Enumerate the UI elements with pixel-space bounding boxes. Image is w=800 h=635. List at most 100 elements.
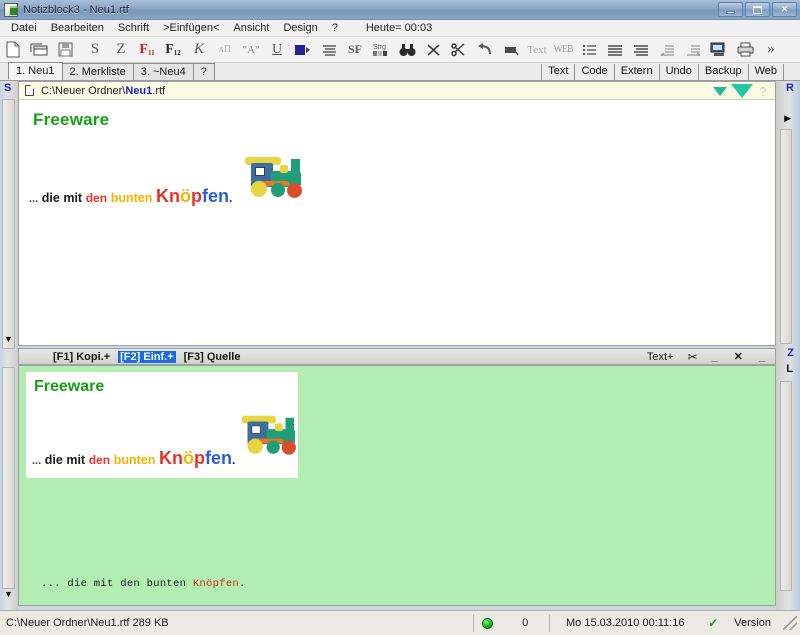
- green-led-icon: [482, 617, 494, 629]
- preview-close-button[interactable]: ✕: [734, 350, 745, 363]
- left-scroll-strip[interactable]: [2, 99, 15, 349]
- zeichen-icon[interactable]: Z: [108, 38, 134, 62]
- strikethrough-icon[interactable]: S: [82, 38, 108, 62]
- green-triangle-small-icon[interactable]: [713, 86, 728, 96]
- preview-pane[interactable]: Freeware ... die mit den bunten Knöpfen.…: [18, 365, 776, 606]
- status-bar: C:\Neuer Ordner\Neu1.rtf 289 KB 0 Mo 15.…: [0, 610, 800, 635]
- tab-neu1[interactable]: 1. Neu1: [8, 62, 63, 80]
- more-chevron-icon[interactable]: »: [758, 38, 784, 62]
- tab-backup[interactable]: Backup: [697, 64, 748, 80]
- cut-scissors-icon[interactable]: [446, 38, 472, 62]
- scroll-down-icon[interactable]: ▼: [4, 334, 13, 344]
- menu-bearbeiten[interactable]: Bearbeiten: [44, 20, 111, 36]
- web-icon[interactable]: WEB: [550, 38, 576, 62]
- right-scroll-strip-lower[interactable]: [780, 381, 792, 591]
- fkey-f3-quelle[interactable]: [F3] Quelle: [182, 351, 243, 363]
- font2-bold-icon[interactable]: F 12: [160, 38, 186, 62]
- preview-caption-red-den: den: [88, 453, 111, 467]
- gutter-letter-r[interactable]: R: [786, 82, 794, 94]
- align-justify-icon[interactable]: [602, 38, 628, 62]
- preview-minimize-button[interactable]: _: [712, 351, 720, 363]
- tab-help[interactable]: ?: [192, 63, 215, 80]
- status-file-path: C:\Neuer Ordner\Neu1.rtf 289 KB: [6, 617, 169, 629]
- text-icon[interactable]: Text: [524, 38, 550, 62]
- insert-object-icon[interactable]: [498, 38, 524, 62]
- small-caps-icon[interactable]: ᴀΠ: [212, 38, 238, 62]
- status-version-label[interactable]: Version: [726, 615, 779, 632]
- caption-big-fen: fen: [201, 186, 229, 206]
- scroll-down-icon-lower[interactable]: ▼: [4, 589, 13, 599]
- text-plus-button[interactable]: Text+: [647, 351, 674, 363]
- green-triangle-large-icon[interactable]: [731, 84, 754, 98]
- font1-icon[interactable]: F 11: [134, 38, 160, 62]
- menu-ansicht[interactable]: Ansicht: [226, 20, 276, 36]
- indent-decrease-icon[interactable]: [654, 38, 680, 62]
- document-body[interactable]: Freeware ... die mit den bunten Knöpfen.: [19, 100, 775, 345]
- italic-icon[interactable]: K: [186, 38, 212, 62]
- align-right-icon[interactable]: [628, 38, 654, 62]
- maximize-button[interactable]: [745, 2, 770, 17]
- save-icon[interactable]: [52, 38, 78, 62]
- preview-toolbar: [F1] Kopi.+ [F2] Einf.+ [F3] Quelle Text…: [18, 348, 776, 365]
- menu-datei[interactable]: Datei: [4, 20, 44, 36]
- tab-merkliste[interactable]: 2. Merkliste: [61, 63, 134, 80]
- binoculars-find-icon[interactable]: [394, 38, 420, 62]
- cut-scissors-icon[interactable]: ✂: [687, 350, 697, 364]
- open-window-icon[interactable]: [26, 38, 52, 62]
- help-question-icon[interactable]: ?: [759, 84, 767, 99]
- right-scroll-strip[interactable]: [780, 129, 792, 344]
- preview-toolbar-right: Text+ ✂ _ ✕ _: [647, 350, 767, 364]
- print-icon[interactable]: [732, 38, 758, 62]
- delete-x-icon[interactable]: [420, 38, 446, 62]
- left-scroll-strip-lower[interactable]: [2, 367, 15, 589]
- screen-capture-icon[interactable]: [706, 38, 732, 62]
- menu-design[interactable]: Design: [276, 20, 324, 36]
- align-left-icon[interactable]: [316, 38, 342, 62]
- preview-restore-button[interactable]: _: [759, 351, 767, 363]
- preview-caption-big-oe: ö: [182, 448, 194, 468]
- tab-neu4[interactable]: 3. ~Neu4: [132, 63, 194, 80]
- menu-schrift[interactable]: Schrift: [111, 20, 156, 36]
- minimize-button[interactable]: [718, 2, 743, 17]
- menu-help[interactable]: ?: [325, 20, 345, 36]
- preview-source-line: ... die mit den bunten Knöpfen.: [41, 578, 246, 590]
- preview-caption-orange-bunten: bunten: [113, 453, 156, 467]
- document-path: C:\Neuer Ordner\Neu1.rtf: [41, 85, 165, 97]
- gutter-letter-l[interactable]: L: [786, 363, 793, 375]
- undo-icon[interactable]: [472, 38, 498, 62]
- strg-icon[interactable]: Strg: [368, 38, 394, 62]
- path-extension: .rtf: [152, 84, 166, 97]
- tab-undo[interactable]: Undo: [658, 64, 698, 80]
- editor-pane[interactable]: C:\Neuer Ordner\Neu1.rtf ? Freeware ... …: [18, 81, 776, 346]
- menu-einfuegen[interactable]: >Einfügen<: [156, 20, 226, 36]
- tab-code[interactable]: Code: [574, 64, 613, 80]
- tab-extern[interactable]: Extern: [613, 64, 659, 80]
- menu-bar: Datei Bearbeiten Schrift >Einfügen< Ansi…: [0, 20, 800, 37]
- caption-big-p: p: [190, 186, 202, 206]
- window-controls: ✕: [718, 2, 797, 17]
- close-button[interactable]: ✕: [772, 2, 797, 17]
- resize-grip-icon[interactable]: [783, 616, 797, 630]
- indent-increase-icon[interactable]: [680, 38, 706, 62]
- preview-caption: ... die mit den bunten Knöpfen.: [32, 448, 235, 469]
- underline-icon[interactable]: U: [264, 38, 290, 62]
- quote-icon[interactable]: "A": [238, 38, 264, 62]
- left-gutter: S ▼ ▼: [0, 81, 18, 610]
- document-caption: ... die mit den bunten Knöpfen.: [29, 186, 232, 207]
- play-arrow-icon[interactable]: ▶: [784, 113, 791, 124]
- title-bar: Notizblock3 - Neu1.rtf ✕: [0, 0, 800, 20]
- path-prefix: C:\Neuer Ordner\: [41, 84, 126, 97]
- color-picker-icon[interactable]: [290, 38, 316, 62]
- new-document-icon[interactable]: [0, 38, 26, 62]
- fkey-f1-kopieren[interactable]: [F1] Kopi.+: [51, 351, 112, 363]
- work-area: S ▼ ▼ R ▶ Z L C:\Neuer Ordner\Neu1.rtf ?…: [0, 81, 800, 610]
- gutter-letter-s[interactable]: S: [4, 82, 11, 94]
- tab-web[interactable]: Web: [747, 64, 784, 80]
- fkey-f2-einfuegen[interactable]: [F2] Einf.+: [118, 350, 176, 363]
- search-replace-icon[interactable]: SF: [342, 38, 368, 62]
- svg-text:Strg: Strg: [373, 44, 386, 51]
- tab-text[interactable]: Text: [541, 64, 574, 80]
- bullet-list-icon[interactable]: [576, 38, 602, 62]
- gutter-letter-z[interactable]: Z: [787, 347, 794, 359]
- path-filename: Neu1: [125, 84, 153, 97]
